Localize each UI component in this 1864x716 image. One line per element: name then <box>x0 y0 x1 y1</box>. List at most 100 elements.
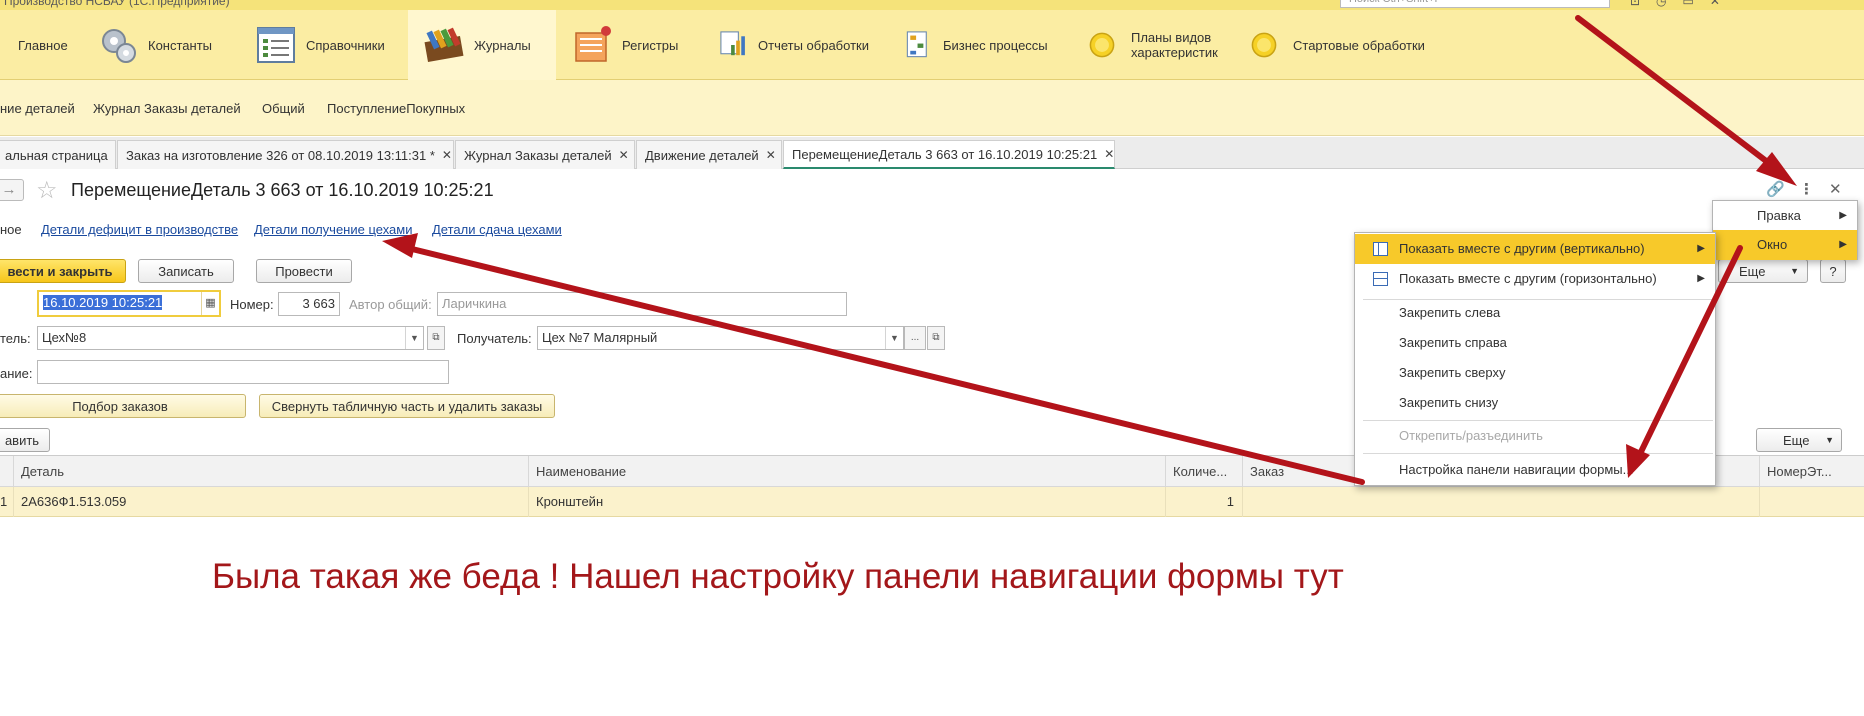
section-label: Константы <box>148 37 212 53</box>
journals-icon <box>424 27 464 62</box>
section-constants[interactable]: Константы <box>96 10 256 80</box>
comment-input[interactable] <box>37 360 449 384</box>
nav-link-deficit[interactable]: Детали дефицит в производстве <box>41 222 238 237</box>
table-row[interactable]: 1 2А636Ф1.513.059 Кронштейн 1 <box>0 487 1864 517</box>
section-catalogs[interactable]: Справочники <box>254 10 409 80</box>
list-window-icon <box>257 27 295 63</box>
tab-order[interactable]: Заказ на изготовление 326 от 08.10.2019 … <box>117 140 454 169</box>
select-ellipsis-button[interactable]: ... <box>904 326 926 350</box>
date-input[interactable]: 16.10.2019 10:25:21 ▦ <box>37 290 221 317</box>
chevron-down-icon[interactable]: ▼ <box>405 327 423 349</box>
chevron-down-icon: ▼ <box>1790 266 1799 276</box>
window-controls[interactable]: ⊡◷▭✕ <box>1630 0 1736 8</box>
calendar-icon[interactable]: ▦ <box>201 292 219 315</box>
section-main[interactable]: Главное <box>0 10 96 80</box>
menu-item-show-horizontal[interactable]: Показать вместе с другим (горизонтально)… <box>1355 264 1715 294</box>
forward-arrow-icon[interactable]: → <box>0 179 24 201</box>
collapse-delete-orders-button[interactable]: Свернуть табличную часть и удалить заказ… <box>259 394 555 418</box>
nav-link-main[interactable]: ное <box>0 222 22 237</box>
yellow-circle-icon <box>1251 32 1277 58</box>
column-stage[interactable]: НомерЭт... <box>1759 456 1864 487</box>
more-vertical-icon[interactable]: ⋮ <box>1799 180 1814 198</box>
nav-item[interactable]: ние деталей <box>0 101 75 116</box>
number-input[interactable]: 3 663 <box>278 292 340 316</box>
post-and-close-button[interactable]: вести и закрыть <box>0 259 126 283</box>
pick-orders-button[interactable]: Подбор заказов <box>0 394 246 418</box>
column-name[interactable]: Наименование <box>528 456 1165 487</box>
global-search-input[interactable]: Поиск Ctrl+Shift+F <box>1340 0 1610 8</box>
add-row-button[interactable]: авить <box>0 428 50 452</box>
section-navigation: ние деталей Журнал Заказы деталей Общий … <box>0 80 1864 136</box>
split-horizontal-icon <box>1373 272 1388 286</box>
menu-item-dock-bottom[interactable]: Закрепить снизу <box>1355 388 1715 418</box>
reports-icon <box>720 31 745 56</box>
cell-qty: 1 <box>1165 487 1242 517</box>
open-windows-bar: альная страница Заказ на изготовление 32… <box>0 137 1864 169</box>
link-icon[interactable]: 🔗 <box>1766 180 1785 198</box>
gears-icon <box>102 29 136 63</box>
tab-transfer-document[interactable]: ПеремещениеДеталь 3 663 от 16.10.2019 10… <box>783 140 1115 169</box>
menu-item-dock-top[interactable]: Закрепить сверху <box>1355 358 1715 388</box>
sections-panel: Главное Константы Справочники Журналы Ре… <box>0 10 1864 80</box>
author-label: Автор общий: <box>349 297 432 312</box>
menu-item-window[interactable]: Окно ▶ <box>1713 230 1857 260</box>
table-more-button[interactable]: Еще ▼ <box>1756 428 1842 452</box>
section-label: Отчеты обработки <box>758 37 869 53</box>
close-icon[interactable]: ✕ <box>1104 147 1114 161</box>
menu-item-show-vertical[interactable]: Показать вместе с другим (вертикально) ▶ <box>1355 234 1715 264</box>
section-startup-processing[interactable]: Стартовые обработки <box>1247 10 1447 80</box>
tab-home[interactable]: альная страница <box>0 140 116 169</box>
close-icon[interactable]: ✕ <box>766 148 776 162</box>
column-detail[interactable]: Деталь <box>13 456 528 487</box>
menu-item-edit[interactable]: Правка ▶ <box>1713 201 1857 231</box>
favorite-star-icon[interactable]: ☆ <box>36 176 58 205</box>
close-form-icon[interactable]: ✕ <box>1829 180 1842 198</box>
section-label: Стартовые обработки <box>1293 37 1425 53</box>
section-characteristic-types[interactable]: Планы видов характеристик <box>1085 10 1247 80</box>
close-icon[interactable]: ✕ <box>619 148 629 162</box>
section-reports[interactable]: Отчеты обработки <box>718 10 898 80</box>
close-icon[interactable]: ✕ <box>442 148 452 162</box>
section-label: Планы видов характеристик <box>1131 30 1218 60</box>
section-journals[interactable]: Журналы <box>408 10 556 80</box>
menu-separator <box>1363 453 1713 454</box>
post-button[interactable]: Провести <box>256 259 352 283</box>
cell-stage <box>1759 487 1864 517</box>
section-business-processes[interactable]: Бизнес процессы <box>903 10 1083 80</box>
sender-label: тель: <box>0 331 31 346</box>
sender-input[interactable]: Цех№8 ▼ <box>37 326 424 350</box>
chevron-right-icon: ▶ <box>1697 273 1705 284</box>
registers-icon <box>575 26 611 62</box>
receiver-label: Получатель: <box>457 331 532 346</box>
section-label: Бизнес процессы <box>943 37 1048 53</box>
chevron-down-icon: ▼ <box>1825 435 1834 445</box>
cell-order <box>1242 487 1759 517</box>
tab-movement[interactable]: Движение деталей ✕ <box>636 140 782 169</box>
cell-name: Кронштейн <box>528 487 1165 517</box>
receiver-input[interactable]: Цех №7 Малярный ▼ <box>537 326 904 350</box>
nav-item[interactable]: Общий <box>262 101 305 116</box>
section-registers[interactable]: Регистры <box>570 10 718 80</box>
split-vertical-icon <box>1373 242 1388 256</box>
nav-link-receipt[interactable]: Детали получение цехами <box>254 222 412 237</box>
nav-item[interactable]: ПоступлениеПокупных <box>327 101 465 116</box>
more-button[interactable]: Еще ▼ <box>1718 259 1808 283</box>
nav-link-delivery[interactable]: Детали сдача цехами <box>432 222 562 237</box>
annotation-text: Была такая же беда ! Нашел настройку пан… <box>212 557 1344 596</box>
open-icon[interactable]: ⧉ <box>927 326 945 350</box>
section-label: Главное <box>18 37 68 53</box>
tab-journal[interactable]: Журнал Заказы деталей ✕ <box>455 140 635 169</box>
menu-item-dock-left[interactable]: Закрепить слева <box>1355 298 1715 328</box>
section-label: Регистры <box>622 37 679 53</box>
nav-item[interactable]: Журнал Заказы деталей <box>93 101 241 116</box>
menu-item-dock-right[interactable]: Закрепить справа <box>1355 328 1715 358</box>
comment-label: ание: <box>0 366 33 381</box>
author-input[interactable]: Ларичкина <box>437 292 847 316</box>
help-button[interactable]: ? <box>1820 259 1846 283</box>
window-submenu: Показать вместе с другим (вертикально) ▶ … <box>1354 232 1716 486</box>
open-icon[interactable]: ⧉ <box>427 326 445 350</box>
menu-item-form-navigation-settings[interactable]: Настройка панели навигации формы... <box>1355 455 1715 485</box>
save-button[interactable]: Записать <box>138 259 234 283</box>
chevron-down-icon[interactable]: ▼ <box>885 327 903 349</box>
column-qty[interactable]: Количе... <box>1165 456 1242 487</box>
